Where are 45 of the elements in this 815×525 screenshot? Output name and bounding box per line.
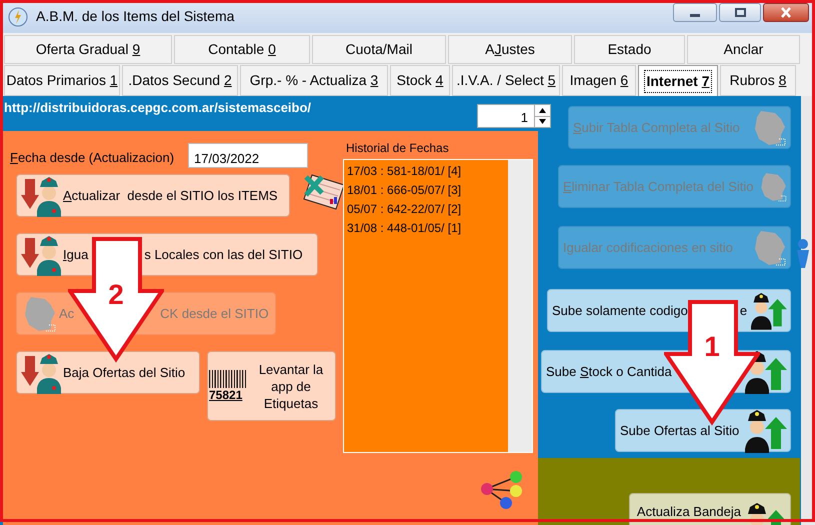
annotation-number: 2 <box>107 282 125 308</box>
action-button[interactable]: Actualizar desde el SITIO los ITEMS <box>16 174 290 217</box>
tab[interactable]: Cuota/Mail <box>312 35 446 64</box>
tab[interactable]: Stock 4 <box>390 65 450 96</box>
tab[interactable]: AJustes <box>448 35 572 64</box>
window-title: A.B.M. de los Items del Sistema <box>36 7 234 26</box>
close-button[interactable] <box>763 3 809 22</box>
history-item[interactable]: 05/07 : 642-22/07/ [2] <box>347 200 508 219</box>
site-url: http://distribuidoras.cepgc.com.ar/sistemasceibo/ <box>3 99 312 117</box>
maximize-icon <box>734 8 746 17</box>
action-button[interactable]: Actualiza Bandeja <box>629 493 791 525</box>
tab[interactable]: Internet 7 <box>638 65 718 96</box>
tab[interactable]: Anclar <box>687 35 800 64</box>
download-person-icon <box>21 234 61 276</box>
tab[interactable]: .I.V.A. / Select 5 <box>452 65 560 96</box>
date-field[interactable]: 17/03/2022 <box>188 143 308 168</box>
tab[interactable]: Rubros 8 <box>720 65 796 96</box>
history-item[interactable]: 17/03 : 581-18/01/ [4] <box>347 162 508 181</box>
tab[interactable]: .Datos Secund 2 <box>122 65 238 96</box>
history-item[interactable]: 18/01 : 666-05/07/ [3] <box>347 181 508 200</box>
labels-app-button[interactable]: 75821 Levantar la app de Etiquetas <box>207 351 336 421</box>
tab[interactable]: Datos Primarios 1 <box>4 65 120 96</box>
action-button[interactable]: Baja Ofertas del Sitio <box>16 351 200 394</box>
barcode-number: 75821 <box>209 388 242 402</box>
tab[interactable]: Imagen 6 <box>562 65 636 96</box>
app-icon <box>8 6 28 26</box>
date-from-label: Fecha desde (Actualizacion) <box>10 149 174 167</box>
person-icon <box>795 238 811 268</box>
download-person-icon <box>21 352 61 394</box>
tab[interactable]: Grp.- % - Actualiza 3 <box>240 65 388 96</box>
minimize-button[interactable] <box>673 3 717 22</box>
download-person-icon <box>21 174 61 216</box>
maximize-button[interactable] <box>719 3 761 22</box>
history-title: Historial de Fechas <box>345 140 450 157</box>
tab[interactable]: Estado <box>574 35 685 64</box>
tab[interactable]: Oferta Gradual 9 <box>4 35 172 64</box>
number-spinner[interactable]: 1 <box>477 104 551 128</box>
close-icon <box>780 7 792 18</box>
minimize-icon <box>690 14 700 16</box>
action-button[interactable]: Sube Ofertas al Sitio <box>615 409 791 452</box>
history-list[interactable]: 17/03 : 581-18/01/ [4] 18/01 : 666-05/07/ [3] 05/07 : 642-22/07/ [2] 31/08 : 448-01/05/ [1] <box>343 159 533 453</box>
tab[interactable]: Contable 0 <box>174 35 310 64</box>
barcode-icon <box>209 370 247 388</box>
upload-person-icon <box>745 408 787 452</box>
history-item[interactable]: 31/08 : 448-01/05/ [1] <box>347 219 508 238</box>
